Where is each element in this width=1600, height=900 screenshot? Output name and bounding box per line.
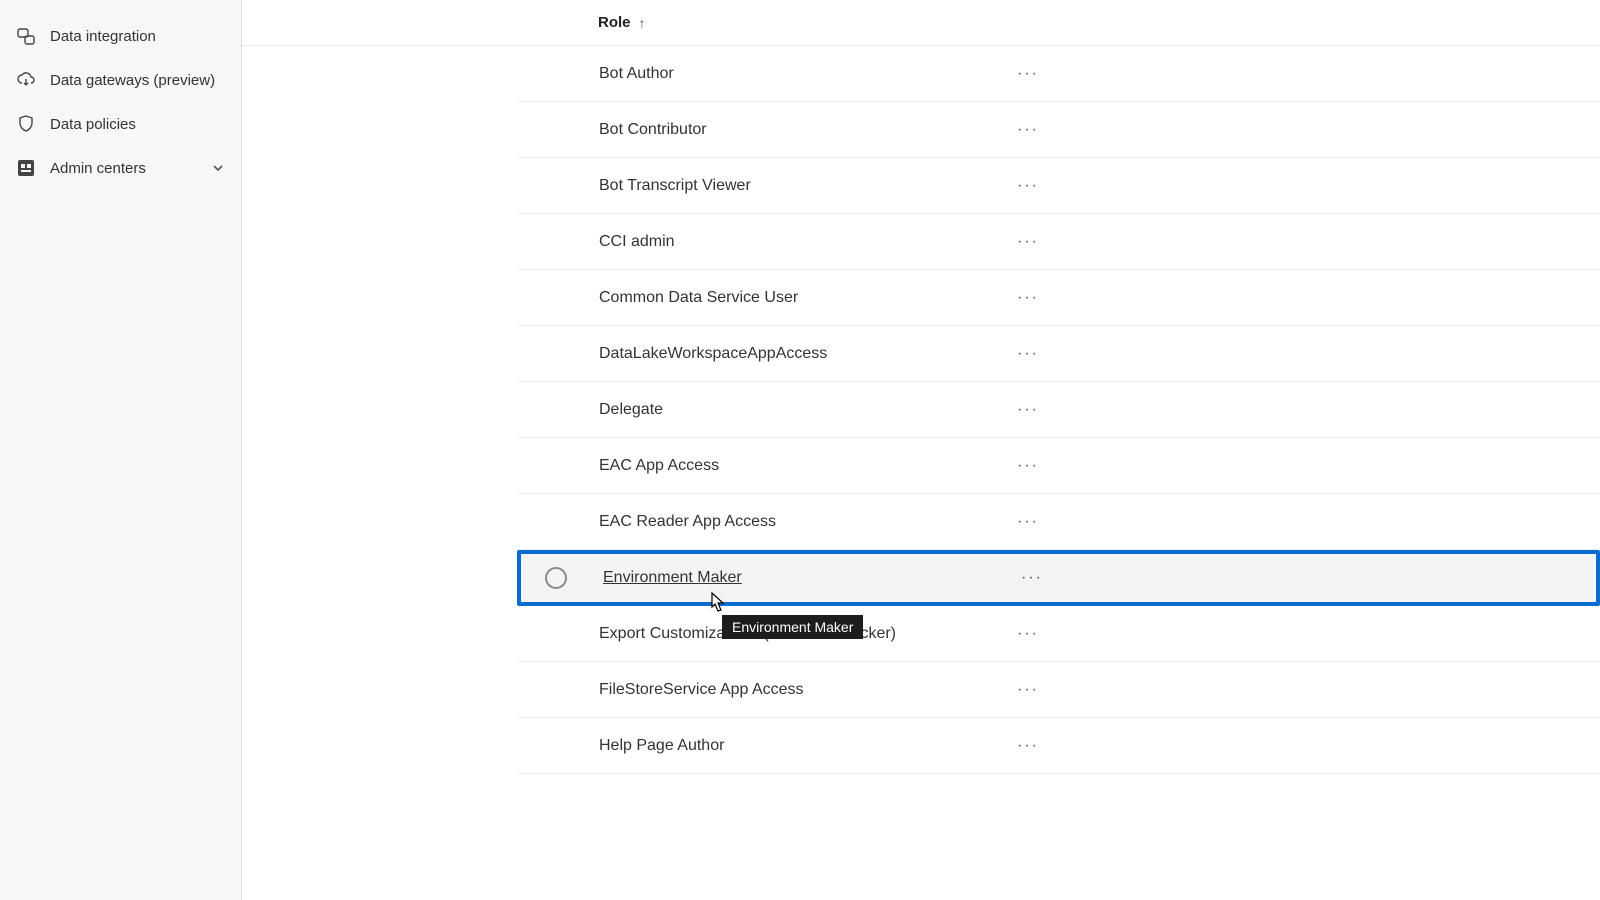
more-actions-icon[interactable]: ··· xyxy=(1017,289,1039,307)
role-name[interactable]: Bot Author xyxy=(599,65,674,83)
more-actions-icon[interactable]: ··· xyxy=(1017,513,1039,531)
role-name[interactable]: Delegate xyxy=(599,401,663,419)
more-actions-icon[interactable]: ··· xyxy=(1017,65,1039,83)
sidebar-item-data-integration[interactable]: Data integration xyxy=(0,14,241,58)
role-name[interactable]: EAC App Access xyxy=(599,457,719,475)
table-row[interactable]: Help Page Author ··· xyxy=(517,718,1600,774)
table-row[interactable]: FileStoreService App Access ··· xyxy=(517,662,1600,718)
sidebar-item-label: Data gateways (preview) xyxy=(50,72,215,89)
table-row[interactable]: CCI admin ··· xyxy=(517,214,1600,270)
more-actions-icon[interactable]: ··· xyxy=(1017,625,1039,643)
table-row[interactable]: EAC App Access ··· xyxy=(517,438,1600,494)
shield-icon xyxy=(16,114,36,134)
admin-centers-icon xyxy=(16,158,36,178)
more-actions-icon[interactable]: ··· xyxy=(1017,457,1039,475)
table-row[interactable]: Bot Transcript Viewer ··· xyxy=(517,158,1600,214)
sidebar-nav: Data integration Data gateways (preview)… xyxy=(0,0,242,900)
table-row[interactable]: Bot Contributor ··· xyxy=(517,102,1600,158)
role-name[interactable]: EAC Reader App Access xyxy=(599,513,776,531)
column-header-label: Role xyxy=(598,14,631,31)
role-name[interactable]: Common Data Service User xyxy=(599,289,798,307)
sidebar-item-label: Data integration xyxy=(50,28,156,45)
table-row[interactable]: Export Customizations (Solution Checker)… xyxy=(517,606,1600,662)
more-actions-icon[interactable]: ··· xyxy=(1017,233,1039,251)
role-name[interactable]: Help Page Author xyxy=(599,737,724,755)
cloud-download-icon xyxy=(16,70,36,90)
sidebar-item-label: Data policies xyxy=(50,116,136,133)
sidebar-item-admin-centers[interactable]: Admin centers xyxy=(0,146,241,190)
more-actions-icon[interactable]: ··· xyxy=(1017,345,1039,363)
more-actions-icon[interactable]: ··· xyxy=(1017,737,1039,755)
table-row[interactable]: Delegate ··· xyxy=(517,382,1600,438)
role-name[interactable]: DataLakeWorkspaceAppAccess xyxy=(599,345,827,363)
table-row[interactable]: Bot Author ··· xyxy=(517,46,1600,102)
role-name[interactable]: FileStoreService App Access xyxy=(599,681,804,699)
more-actions-icon[interactable]: ··· xyxy=(1017,681,1039,699)
row-select-radio[interactable] xyxy=(545,567,567,589)
table-row-environment-maker[interactable]: Environment Maker ··· xyxy=(517,550,1600,606)
role-name[interactable]: Environment Maker xyxy=(603,569,742,587)
table-row[interactable]: DataLakeWorkspaceAppAccess ··· xyxy=(517,326,1600,382)
data-integration-icon xyxy=(16,26,36,46)
more-actions-icon[interactable]: ··· xyxy=(1017,121,1039,139)
tooltip: Environment Maker xyxy=(722,615,863,639)
column-header-role[interactable]: Role ↑ xyxy=(242,0,1600,46)
role-name[interactable]: Bot Contributor xyxy=(599,121,707,139)
sidebar-item-data-policies[interactable]: Data policies xyxy=(0,102,241,146)
table-row[interactable]: Common Data Service User ··· xyxy=(517,270,1600,326)
main-content: Role ↑ Bot Author ··· Bot Contributor ··… xyxy=(242,0,1600,900)
sidebar-item-label: Admin centers xyxy=(50,160,146,177)
sort-ascending-icon: ↑ xyxy=(639,15,646,31)
table-row[interactable]: EAC Reader App Access ··· xyxy=(517,494,1600,550)
more-actions-icon[interactable]: ··· xyxy=(1017,401,1039,419)
role-name[interactable]: CCI admin xyxy=(599,233,675,251)
role-name[interactable]: Bot Transcript Viewer xyxy=(599,177,751,195)
more-actions-icon[interactable]: ··· xyxy=(1017,177,1039,195)
chevron-down-icon xyxy=(211,161,225,175)
more-actions-icon[interactable]: ··· xyxy=(1021,569,1043,587)
sidebar-item-data-gateways[interactable]: Data gateways (preview) xyxy=(0,58,241,102)
